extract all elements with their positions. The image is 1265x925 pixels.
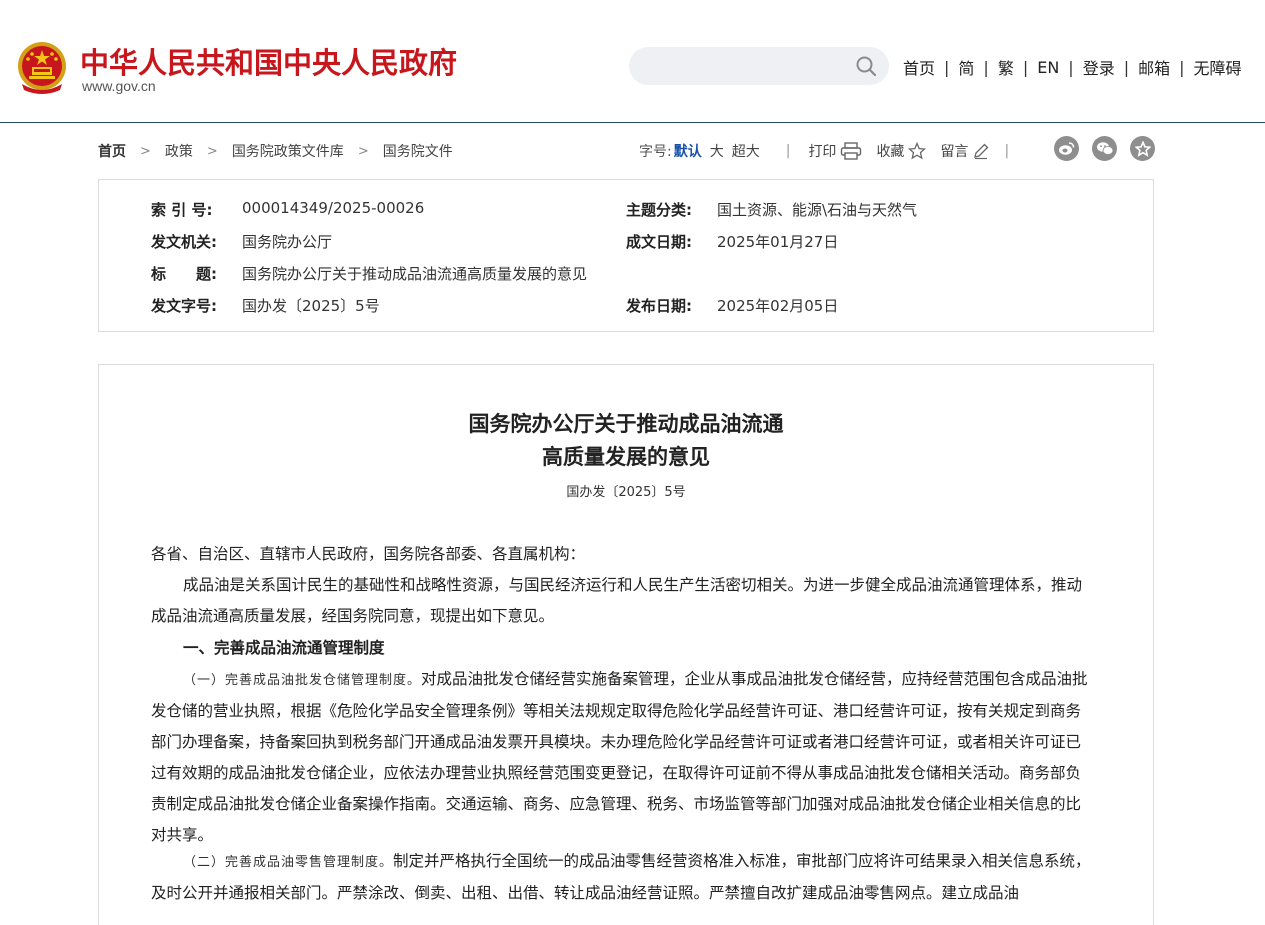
info-issuer-label: 发文机关:	[151, 233, 217, 251]
font-size-xlarge[interactable]: 超大	[732, 141, 760, 161]
chevron-right-icon: >	[206, 143, 218, 159]
info-pubdate-label: 发布日期:	[626, 297, 692, 315]
article-title-line1: 国务院办公厅关于推动成品油流通	[468, 411, 784, 436]
page-tools: 字号: 默认 大 超大 | 打印 收藏 留言 |	[639, 141, 1009, 161]
printer-icon	[841, 142, 862, 160]
breadcrumb-policy[interactable]: 政策	[165, 141, 193, 161]
font-size-label: 字号:	[639, 144, 672, 160]
nav-separator: |	[1123, 57, 1130, 77]
nav-separator: |	[1179, 57, 1185, 77]
top-nav: 首页 | 简 | 繁 | EN | 登录 | 邮箱 | 无障碍	[903, 55, 1242, 79]
site-title[interactable]: 中华人民共和国中央人民政府	[80, 40, 457, 82]
info-title-value: 国务院办公厅关于推动成品油流通高质量发展的意见	[242, 265, 588, 283]
article-item-2: （二）完善成品油零售管理制度。制定并严格执行全国统一的成品油零售经营资格准入标准…	[151, 846, 1095, 909]
info-issuer-value: 国务院办公厅	[242, 233, 333, 251]
breadcrumb-policy-library[interactable]: 国务院政策文件库	[232, 141, 344, 161]
search-box[interactable]	[629, 47, 889, 85]
info-topic-label: 主题分类:	[626, 201, 692, 219]
favorite-button[interactable]: 收藏	[876, 141, 927, 161]
info-date-value: 2025年01月27日	[717, 233, 839, 251]
comment-label: 留言	[940, 144, 969, 160]
favorite-label: 收藏	[876, 144, 905, 160]
info-date-label: 成文日期:	[626, 233, 692, 251]
info-title-label: 标 题:	[151, 265, 217, 283]
article-title-line2: 高质量发展的意见	[542, 444, 710, 469]
article-intro: 成品油是关系国计民生的基础性和战略性资源，与国民经济运行和人民生产生活密切相关。…	[151, 576, 1083, 625]
star-icon[interactable]	[1130, 136, 1155, 161]
item-1-body: 对成品油批发仓储经营实施备案管理，企业从事成品油批发仓储经营，应持经营范围包含成…	[151, 670, 1088, 844]
info-index-label: 索 引 号:	[151, 201, 213, 219]
article-item-1: （一）完善成品油批发仓储管理制度。对成品油批发仓储经营实施备案管理，企业从事成品…	[151, 664, 1095, 851]
tools-separator: |	[1004, 143, 1010, 159]
comment-button[interactable]: 留言	[940, 141, 990, 161]
info-topic-value: 国土资源、能源\石油与天然气	[717, 201, 918, 219]
breadcrumb-state-council-docs[interactable]: 国务院文件	[383, 141, 453, 161]
breadcrumb-bar: 首页 > 政策 > 国务院政策文件库 > 国务院文件 字号: 默认 大 超大 |…	[98, 136, 1155, 164]
nav-separator: |	[1022, 57, 1029, 77]
font-size-large[interactable]: 大	[710, 141, 724, 161]
nav-traditional[interactable]: 繁	[998, 55, 1014, 79]
nav-separator: |	[983, 57, 989, 77]
nav-login[interactable]: 登录	[1083, 55, 1115, 79]
info-docno-label: 发文字号:	[151, 297, 217, 315]
item-2-heading: （二）完善成品油零售管理制度。	[183, 855, 394, 870]
breadcrumb: 首页 > 政策 > 国务院政策文件库 > 国务院文件	[98, 141, 453, 161]
breadcrumb-home[interactable]: 首页	[98, 141, 126, 161]
print-label: 打印	[808, 144, 837, 160]
chevron-right-icon: >	[357, 143, 369, 159]
wechat-icon[interactable]	[1092, 136, 1117, 161]
national-emblem-icon[interactable]	[16, 40, 68, 95]
nav-separator: |	[1068, 57, 1074, 77]
print-button[interactable]: 打印	[808, 141, 862, 161]
tools-separator: |	[785, 143, 791, 159]
weibo-icon[interactable]	[1054, 136, 1079, 161]
nav-mail[interactable]: 邮箱	[1138, 55, 1170, 79]
info-index-value: 000014349/2025-00026	[242, 199, 425, 217]
document-info-box: 索 引 号: 000014349/2025-00026 主题分类: 国土资源、能…	[98, 179, 1154, 332]
section-heading-1: 一、完善成品油流通管理制度	[183, 639, 385, 657]
article-body: 国务院办公厅关于推动成品油流通 高质量发展的意见 国办发〔2025〕5号 各省、…	[98, 364, 1154, 925]
search-icon[interactable]	[855, 55, 877, 77]
article-doc-number: 国办发〔2025〕5号	[566, 485, 686, 500]
info-pubdate-value: 2025年02月05日	[717, 297, 839, 315]
site-url[interactable]: www.gov.cn	[82, 78, 156, 94]
nav-english[interactable]: EN	[1037, 58, 1059, 77]
item-1-heading: （一）完善成品油批发仓储管理制度。	[183, 673, 422, 688]
info-docno-value: 国办发〔2025〕5号	[242, 297, 380, 315]
header-divider	[0, 122, 1265, 123]
star-outline-icon	[908, 142, 927, 160]
nav-simplified[interactable]: 简	[958, 55, 974, 79]
nav-home[interactable]: 首页	[903, 55, 935, 79]
nav-separator: |	[944, 57, 950, 77]
pencil-icon	[974, 143, 989, 160]
nav-accessibility[interactable]: 无障碍	[1194, 55, 1242, 79]
chevron-right-icon: >	[140, 143, 151, 159]
article-salutation: 各省、自治区、直辖市人民政府，国务院各部委、各直属机构：	[151, 545, 586, 563]
font-size-default[interactable]: 默认	[674, 141, 702, 161]
site-header: 中华人民共和国中央人民政府 www.gov.cn 首页 | 简 | 繁 | EN…	[0, 0, 1265, 122]
